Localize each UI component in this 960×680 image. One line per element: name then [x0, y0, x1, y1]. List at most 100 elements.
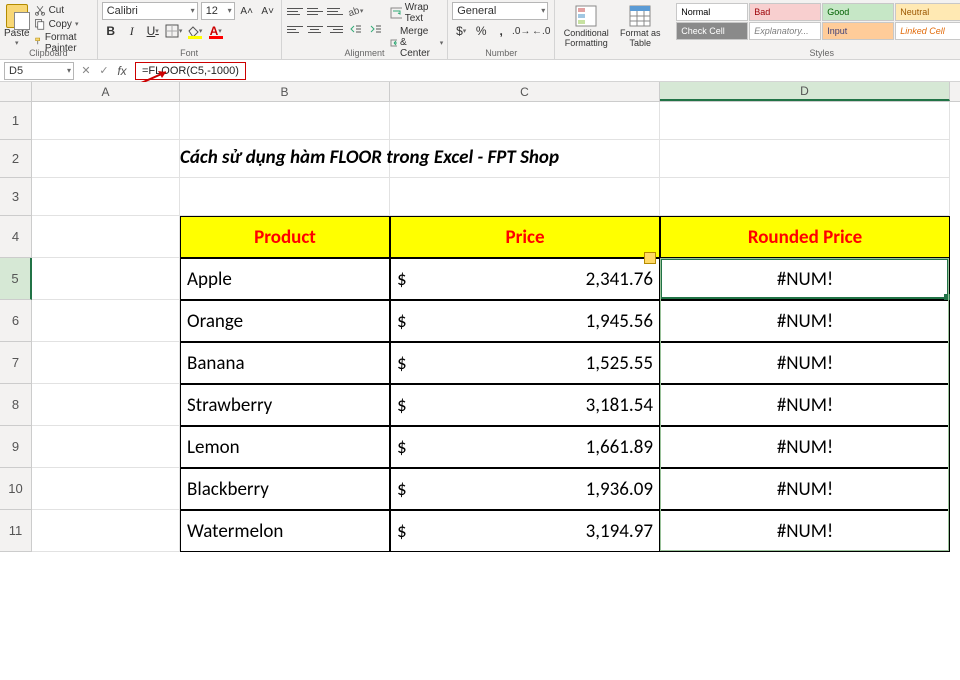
- bold-button[interactable]: B: [102, 22, 120, 40]
- cancel-edit-button[interactable]: ✕: [77, 64, 95, 77]
- style-cell[interactable]: Input: [822, 22, 894, 40]
- cell-C5[interactable]: $2,341.76: [390, 258, 660, 300]
- row-header-5[interactable]: 5: [0, 258, 32, 300]
- cell-D4[interactable]: Rounded Price: [660, 216, 950, 258]
- cell-C9[interactable]: $1,661.89: [390, 426, 660, 468]
- accounting-button[interactable]: $▾: [452, 22, 470, 40]
- row-header-7[interactable]: 7: [0, 342, 32, 384]
- cell-B1[interactable]: [180, 102, 390, 140]
- cell-A3[interactable]: [32, 178, 180, 216]
- cell-B3[interactable]: [180, 178, 390, 216]
- increase-indent-button[interactable]: [366, 20, 384, 38]
- column-header-D[interactable]: D: [660, 82, 950, 101]
- cell-D9[interactable]: #NUM!: [660, 426, 950, 468]
- cell-B9[interactable]: Lemon: [180, 426, 390, 468]
- italic-button[interactable]: I: [123, 22, 141, 40]
- cell-A6[interactable]: [32, 300, 180, 342]
- cell-A7[interactable]: [32, 342, 180, 384]
- confirm-edit-button[interactable]: ✓: [95, 64, 113, 77]
- percent-button[interactable]: %: [472, 22, 490, 40]
- cell-C10[interactable]: $1,936.09: [390, 468, 660, 510]
- decrease-font-button[interactable]: A˅: [259, 2, 277, 20]
- font-size-combo[interactable]: 12▾: [201, 2, 235, 20]
- row-header-8[interactable]: 8: [0, 384, 32, 426]
- cell-C7[interactable]: $1,525.55: [390, 342, 660, 384]
- increase-decimal-button[interactable]: .0→: [512, 22, 530, 40]
- orientation-button[interactable]: ab▾: [346, 2, 364, 20]
- cell-B11[interactable]: Watermelon: [180, 510, 390, 552]
- column-header-A[interactable]: A: [32, 82, 180, 101]
- cell-A11[interactable]: [32, 510, 180, 552]
- row-header-10[interactable]: 10: [0, 468, 32, 510]
- cell-D11[interactable]: #NUM!: [660, 510, 950, 552]
- format-as-table-button[interactable]: Format as Table: [613, 2, 667, 59]
- align-left-button[interactable]: [286, 20, 304, 38]
- align-right-button[interactable]: [326, 20, 344, 38]
- cell-D3[interactable]: [660, 178, 950, 216]
- style-cell[interactable]: Check Cell: [676, 22, 748, 40]
- underline-button[interactable]: U▾: [144, 22, 162, 40]
- style-cell[interactable]: Explanatory...: [749, 22, 821, 40]
- cell-B6[interactable]: Orange: [180, 300, 390, 342]
- font-name-combo[interactable]: Calibri▾: [102, 2, 198, 20]
- cell-A2[interactable]: [32, 140, 180, 178]
- cell-A9[interactable]: [32, 426, 180, 468]
- formula-input[interactable]: =FLOOR(C5,-1000): [135, 62, 246, 80]
- row-header-3[interactable]: 3: [0, 178, 32, 216]
- number-format-combo[interactable]: General▾: [452, 2, 548, 20]
- cell-A4[interactable]: [32, 216, 180, 258]
- cell-B8[interactable]: Strawberry: [180, 384, 390, 426]
- cell-A8[interactable]: [32, 384, 180, 426]
- row-header-2[interactable]: 2: [0, 140, 32, 178]
- cell-B4[interactable]: Product: [180, 216, 390, 258]
- align-center-button[interactable]: [306, 20, 324, 38]
- row-header-9[interactable]: 9: [0, 426, 32, 468]
- cell-B7[interactable]: Banana: [180, 342, 390, 384]
- cell-D8[interactable]: #NUM!: [660, 384, 950, 426]
- cell-C1[interactable]: [390, 102, 660, 140]
- cut-button[interactable]: Cut: [34, 4, 91, 16]
- style-cell[interactable]: Bad: [749, 3, 821, 21]
- cell-D5[interactable]: #NUM!: [660, 258, 950, 300]
- borders-button[interactable]: ▾: [165, 22, 183, 40]
- cell-C11[interactable]: $3,194.97: [390, 510, 660, 552]
- select-all-corner[interactable]: [0, 82, 32, 101]
- cell-C8[interactable]: $3,181.54: [390, 384, 660, 426]
- cell-D2[interactable]: [660, 140, 950, 178]
- cell-B5[interactable]: Apple: [180, 258, 390, 300]
- cell-A5[interactable]: [32, 258, 180, 300]
- row-header-6[interactable]: 6: [0, 300, 32, 342]
- name-box[interactable]: D5 ▾: [4, 62, 74, 80]
- row-header-1[interactable]: 1: [0, 102, 32, 140]
- comma-button[interactable]: ,: [492, 22, 510, 40]
- cell-A10[interactable]: [32, 468, 180, 510]
- wrap-text-button[interactable]: Wrap Text: [390, 2, 444, 24]
- cell-D10[interactable]: #NUM!: [660, 468, 950, 510]
- style-cell[interactable]: Normal: [676, 3, 748, 21]
- cell-A1[interactable]: [32, 102, 180, 140]
- font-color-button[interactable]: A▾: [207, 22, 225, 40]
- align-bottom-button[interactable]: [326, 2, 344, 20]
- style-cell[interactable]: Good: [822, 3, 894, 21]
- insert-function-button[interactable]: fx: [113, 64, 131, 78]
- cell-B2[interactable]: Cách sử dụng hàm FLOOR trong Excel - FPT…: [180, 140, 390, 178]
- row-header-4[interactable]: 4: [0, 216, 32, 258]
- copy-button[interactable]: Copy ▾: [34, 18, 91, 30]
- align-top-button[interactable]: [286, 2, 304, 20]
- style-cell[interactable]: Linked Cell: [895, 22, 960, 40]
- column-header-C[interactable]: C: [390, 82, 660, 101]
- column-header-B[interactable]: B: [180, 82, 390, 101]
- align-middle-button[interactable]: [306, 2, 324, 20]
- cell-D1[interactable]: [660, 102, 950, 140]
- fill-color-button[interactable]: ▾: [186, 22, 204, 40]
- decrease-decimal-button[interactable]: ←.0: [532, 22, 550, 40]
- increase-font-button[interactable]: A˄: [238, 2, 256, 20]
- cell-D6[interactable]: #NUM!: [660, 300, 950, 342]
- conditional-formatting-button[interactable]: Conditional Formatting: [559, 2, 613, 59]
- cell-B10[interactable]: Blackberry: [180, 468, 390, 510]
- row-header-11[interactable]: 11: [0, 510, 32, 552]
- cell-D7[interactable]: #NUM!: [660, 342, 950, 384]
- cell-C6[interactable]: $1,945.56: [390, 300, 660, 342]
- smart-tag-icon[interactable]: [644, 252, 656, 264]
- decrease-indent-button[interactable]: [346, 20, 364, 38]
